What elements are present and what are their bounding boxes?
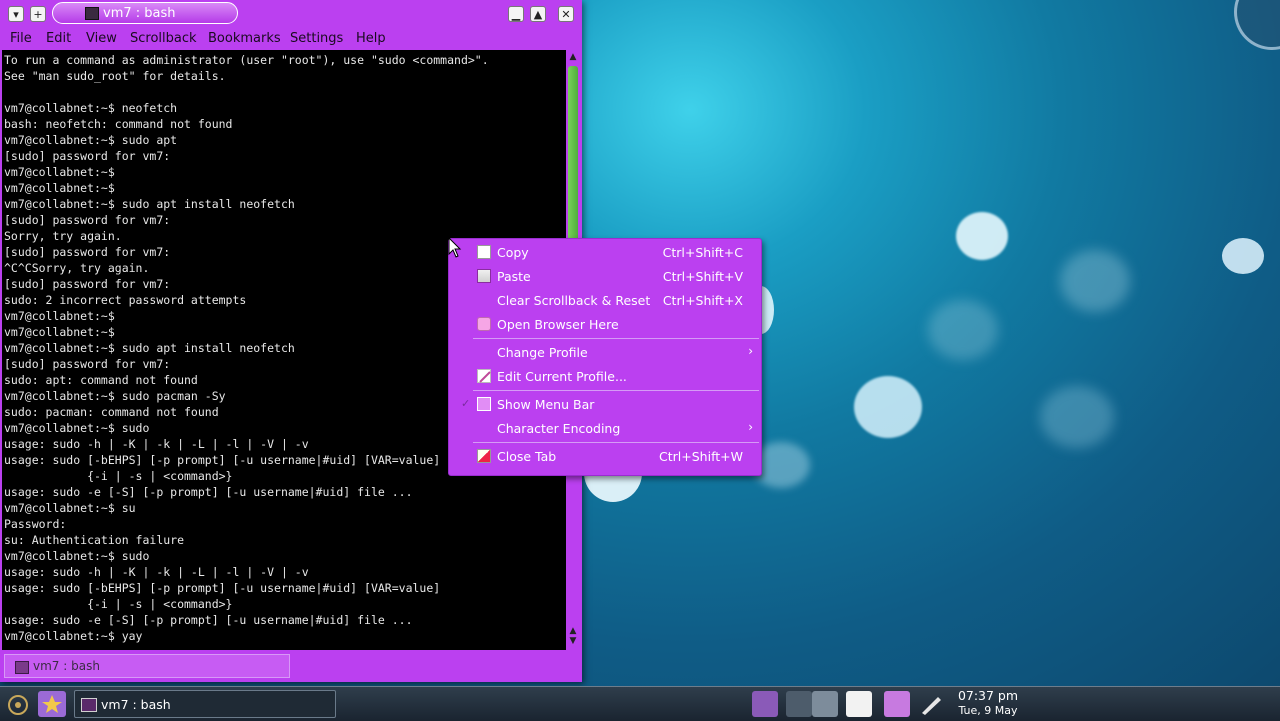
show-menu-bar-label: Show Menu Bar: [497, 397, 595, 412]
edit-icon: [477, 369, 491, 383]
menu-item-show-menu-bar[interactable]: ✓ Show Menu Bar: [449, 394, 761, 416]
menubar: File Edit View Scrollback Bookmarks Sett…: [0, 28, 582, 50]
pin-icon[interactable]: +: [30, 6, 46, 22]
minimize-button[interactable]: ▁: [508, 6, 524, 22]
scroll-up-icon[interactable]: ▲: [566, 52, 580, 64]
paste-icon: [477, 269, 491, 283]
title-pill: vm7 : bash: [52, 2, 238, 24]
wallpaper-bokeh: [956, 212, 1008, 260]
clear-shortcut: Ctrl+Shift+X: [662, 293, 743, 308]
wallpaper-bokeh: [1040, 386, 1114, 448]
copy-shortcut: Ctrl+Shift+C: [662, 245, 743, 260]
maximize-button[interactable]: ▲: [530, 6, 546, 22]
pager-desktop-2-icon[interactable]: [812, 691, 838, 717]
clear-label: Clear Scrollback & Reset: [497, 293, 651, 308]
menu-settings[interactable]: Settings: [290, 31, 343, 46]
encoding-label: Character Encoding: [497, 421, 621, 436]
menubar-icon: [477, 397, 491, 411]
submenu-arrow-icon: ›: [748, 344, 753, 358]
menu-file[interactable]: File: [10, 31, 32, 46]
menu-item-clear-scrollback[interactable]: Clear Scrollback & Reset Ctrl+Shift+X: [449, 290, 761, 312]
menu-separator: [473, 338, 759, 339]
wallpaper-bokeh: [1222, 238, 1264, 274]
context-menu: Copy Ctrl+Shift+C Paste Ctrl+Shift+V Cle…: [448, 238, 762, 476]
pager-desktop-1-icon[interactable]: [786, 691, 812, 717]
mouse-cursor-icon: [448, 237, 462, 258]
taskbar: vm7 : bash 07:37 pm Tue, 9 May: [0, 686, 1280, 721]
window-title: vm7 : bash: [103, 6, 176, 21]
tab-label: vm7 : bash: [33, 659, 100, 673]
change-profile-label: Change Profile: [497, 345, 588, 360]
menu-item-paste[interactable]: Paste Ctrl+Shift+V: [449, 266, 761, 288]
scroll-down-icon[interactable]: ▲ ▼: [566, 626, 580, 648]
close-tab-shortcut: Ctrl+Shift+W: [659, 449, 743, 464]
check-icon: ✓: [461, 397, 471, 410]
wallpaper-bokeh: [854, 376, 922, 438]
desktop-widget-icon[interactable]: [1234, 0, 1280, 50]
clock-time[interactable]: 07:37 pm: [950, 688, 1026, 703]
folder-icon[interactable]: [38, 691, 66, 717]
terminal-task-icon: [81, 698, 97, 712]
kde-launcher-icon[interactable]: [4, 693, 32, 717]
device-notifier-icon[interactable]: [752, 691, 778, 717]
network-icon[interactable]: [918, 691, 944, 717]
menu-view[interactable]: View: [86, 31, 117, 46]
copy-label: Copy: [497, 245, 529, 260]
menu-item-character-encoding[interactable]: Character Encoding ›: [449, 418, 761, 440]
menu-bookmarks[interactable]: Bookmarks: [208, 31, 281, 46]
task-label: vm7 : bash: [101, 697, 171, 712]
edit-profile-label: Edit Current Profile...: [497, 369, 627, 384]
menu-help[interactable]: Help: [356, 31, 386, 46]
clock-date[interactable]: Tue, 9 May: [950, 704, 1026, 717]
taskbar-task-vm7-bash[interactable]: vm7 : bash: [74, 690, 336, 718]
menu-separator: [473, 442, 759, 443]
menu-item-close-tab[interactable]: Close Tab Ctrl+Shift+W: [449, 446, 761, 468]
menu-edit[interactable]: Edit: [46, 31, 71, 46]
close-tab-label: Close Tab: [497, 449, 557, 464]
package-updates-icon[interactable]: [884, 691, 910, 717]
menu-separator: [473, 390, 759, 391]
close-button[interactable]: ✕: [558, 6, 574, 22]
close-tab-icon: [477, 449, 491, 463]
submenu-arrow-icon: ›: [748, 420, 753, 434]
paste-shortcut: Ctrl+Shift+V: [662, 269, 743, 284]
menu-item-open-browser[interactable]: Open Browser Here: [449, 314, 761, 336]
menu-item-change-profile[interactable]: Change Profile ›: [449, 342, 761, 364]
browser-label: Open Browser Here: [497, 317, 619, 332]
clipboard-icon[interactable]: [846, 691, 872, 717]
tab-bar: vm7 : bash: [0, 652, 582, 682]
wallpaper-bokeh: [1060, 250, 1130, 312]
paste-label: Paste: [497, 269, 531, 284]
menu-scrollback[interactable]: Scrollback: [130, 31, 197, 46]
titlebar[interactable]: ▾ + vm7 : bash ▁ ▲ ✕: [0, 0, 582, 28]
terminal-tab-icon: [15, 661, 29, 674]
menu-item-copy[interactable]: Copy Ctrl+Shift+C: [449, 242, 761, 264]
terminal-text: To run a command as administrator (user …: [4, 53, 489, 643]
terminal-icon: [85, 7, 99, 20]
tab-vm7-bash[interactable]: vm7 : bash: [4, 654, 290, 678]
wallpaper-bokeh: [928, 300, 998, 360]
copy-icon: [477, 245, 491, 259]
window-menu-icon[interactable]: ▾: [8, 6, 24, 22]
browser-icon: [477, 317, 491, 331]
menu-item-edit-profile[interactable]: Edit Current Profile...: [449, 366, 761, 388]
